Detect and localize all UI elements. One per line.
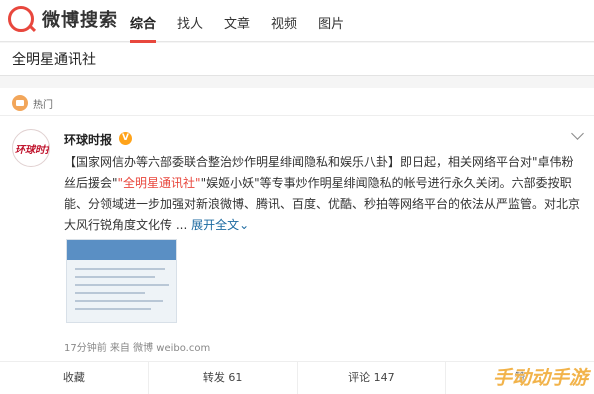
thumbnail-text-line — [75, 308, 151, 310]
divider — [0, 115, 594, 116]
expand-full-text-link[interactable]: 展开全文⌄ — [191, 218, 249, 232]
search-bar — [0, 43, 594, 76]
top-navigation: 微博搜索 综合 找人 文章 视频 图片 — [0, 0, 594, 43]
thumbnail-header-band — [67, 240, 176, 260]
avatar[interactable]: 环球时报 — [12, 129, 50, 167]
post-text: 【国家网信办等六部委联合整治炒作明星绯闻隐私和娱乐八卦】即日起，相关网络平台对"… — [64, 152, 584, 236]
search-input[interactable] — [12, 51, 512, 67]
chevron-down-icon[interactable] — [571, 127, 584, 140]
expand-chevron-icon: ⌄ — [239, 218, 250, 232]
expand-label: 展开全文 — [191, 218, 240, 232]
post-highlight-keyword[interactable]: "全明星通讯社" — [118, 176, 201, 190]
repost-button[interactable]: 转发 61 — [149, 362, 298, 394]
weibo-search-logo[interactable]: 微博搜索 — [8, 6, 118, 32]
thumbnail-text-line — [75, 284, 169, 286]
thumbnail-text-line — [75, 300, 163, 302]
hot-icon — [12, 95, 28, 111]
tab-images[interactable]: 图片 — [318, 13, 344, 43]
logo-text: 微博搜索 — [42, 10, 118, 31]
weibo-post-card: 热门 环球时报 环球时报 V 【国家网信办等六部委联合整治炒作明星绯闻隐私和娱乐… — [0, 88, 594, 394]
search-logo-icon — [8, 6, 34, 32]
favorite-button[interactable]: 收藏 — [0, 362, 149, 394]
tab-people[interactable]: 找人 — [177, 13, 203, 43]
thumbnail-text-line — [75, 268, 165, 270]
thumbnail-text-line — [75, 276, 155, 278]
tab-comprehensive[interactable]: 综合 — [130, 13, 157, 43]
section-label: 热门 — [33, 99, 53, 111]
card-header: 热门 — [12, 95, 53, 111]
post-meta: 17分钟前 来自 微博 weibo.com — [64, 343, 211, 354]
search-tabs: 综合 找人 文章 视频 图片 — [130, 13, 365, 43]
author-name[interactable]: 环球时报 — [64, 131, 112, 148]
verified-icon: V — [119, 132, 132, 145]
avatar-logo-text: 环球时报 — [15, 145, 49, 156]
post-image-thumbnail[interactable] — [66, 239, 177, 323]
tab-videos[interactable]: 视频 — [271, 13, 297, 43]
thumbnail-text-line — [75, 292, 145, 294]
watermark-logo: 手动动手游 — [492, 367, 588, 389]
weibo-search-page: 微博搜索 综合 找人 文章 视频 图片 热门 环球时报 环球时报 V 【国家网信… — [0, 0, 594, 394]
comment-button[interactable]: 评论 147 — [298, 362, 447, 394]
tab-articles[interactable]: 文章 — [224, 13, 250, 43]
